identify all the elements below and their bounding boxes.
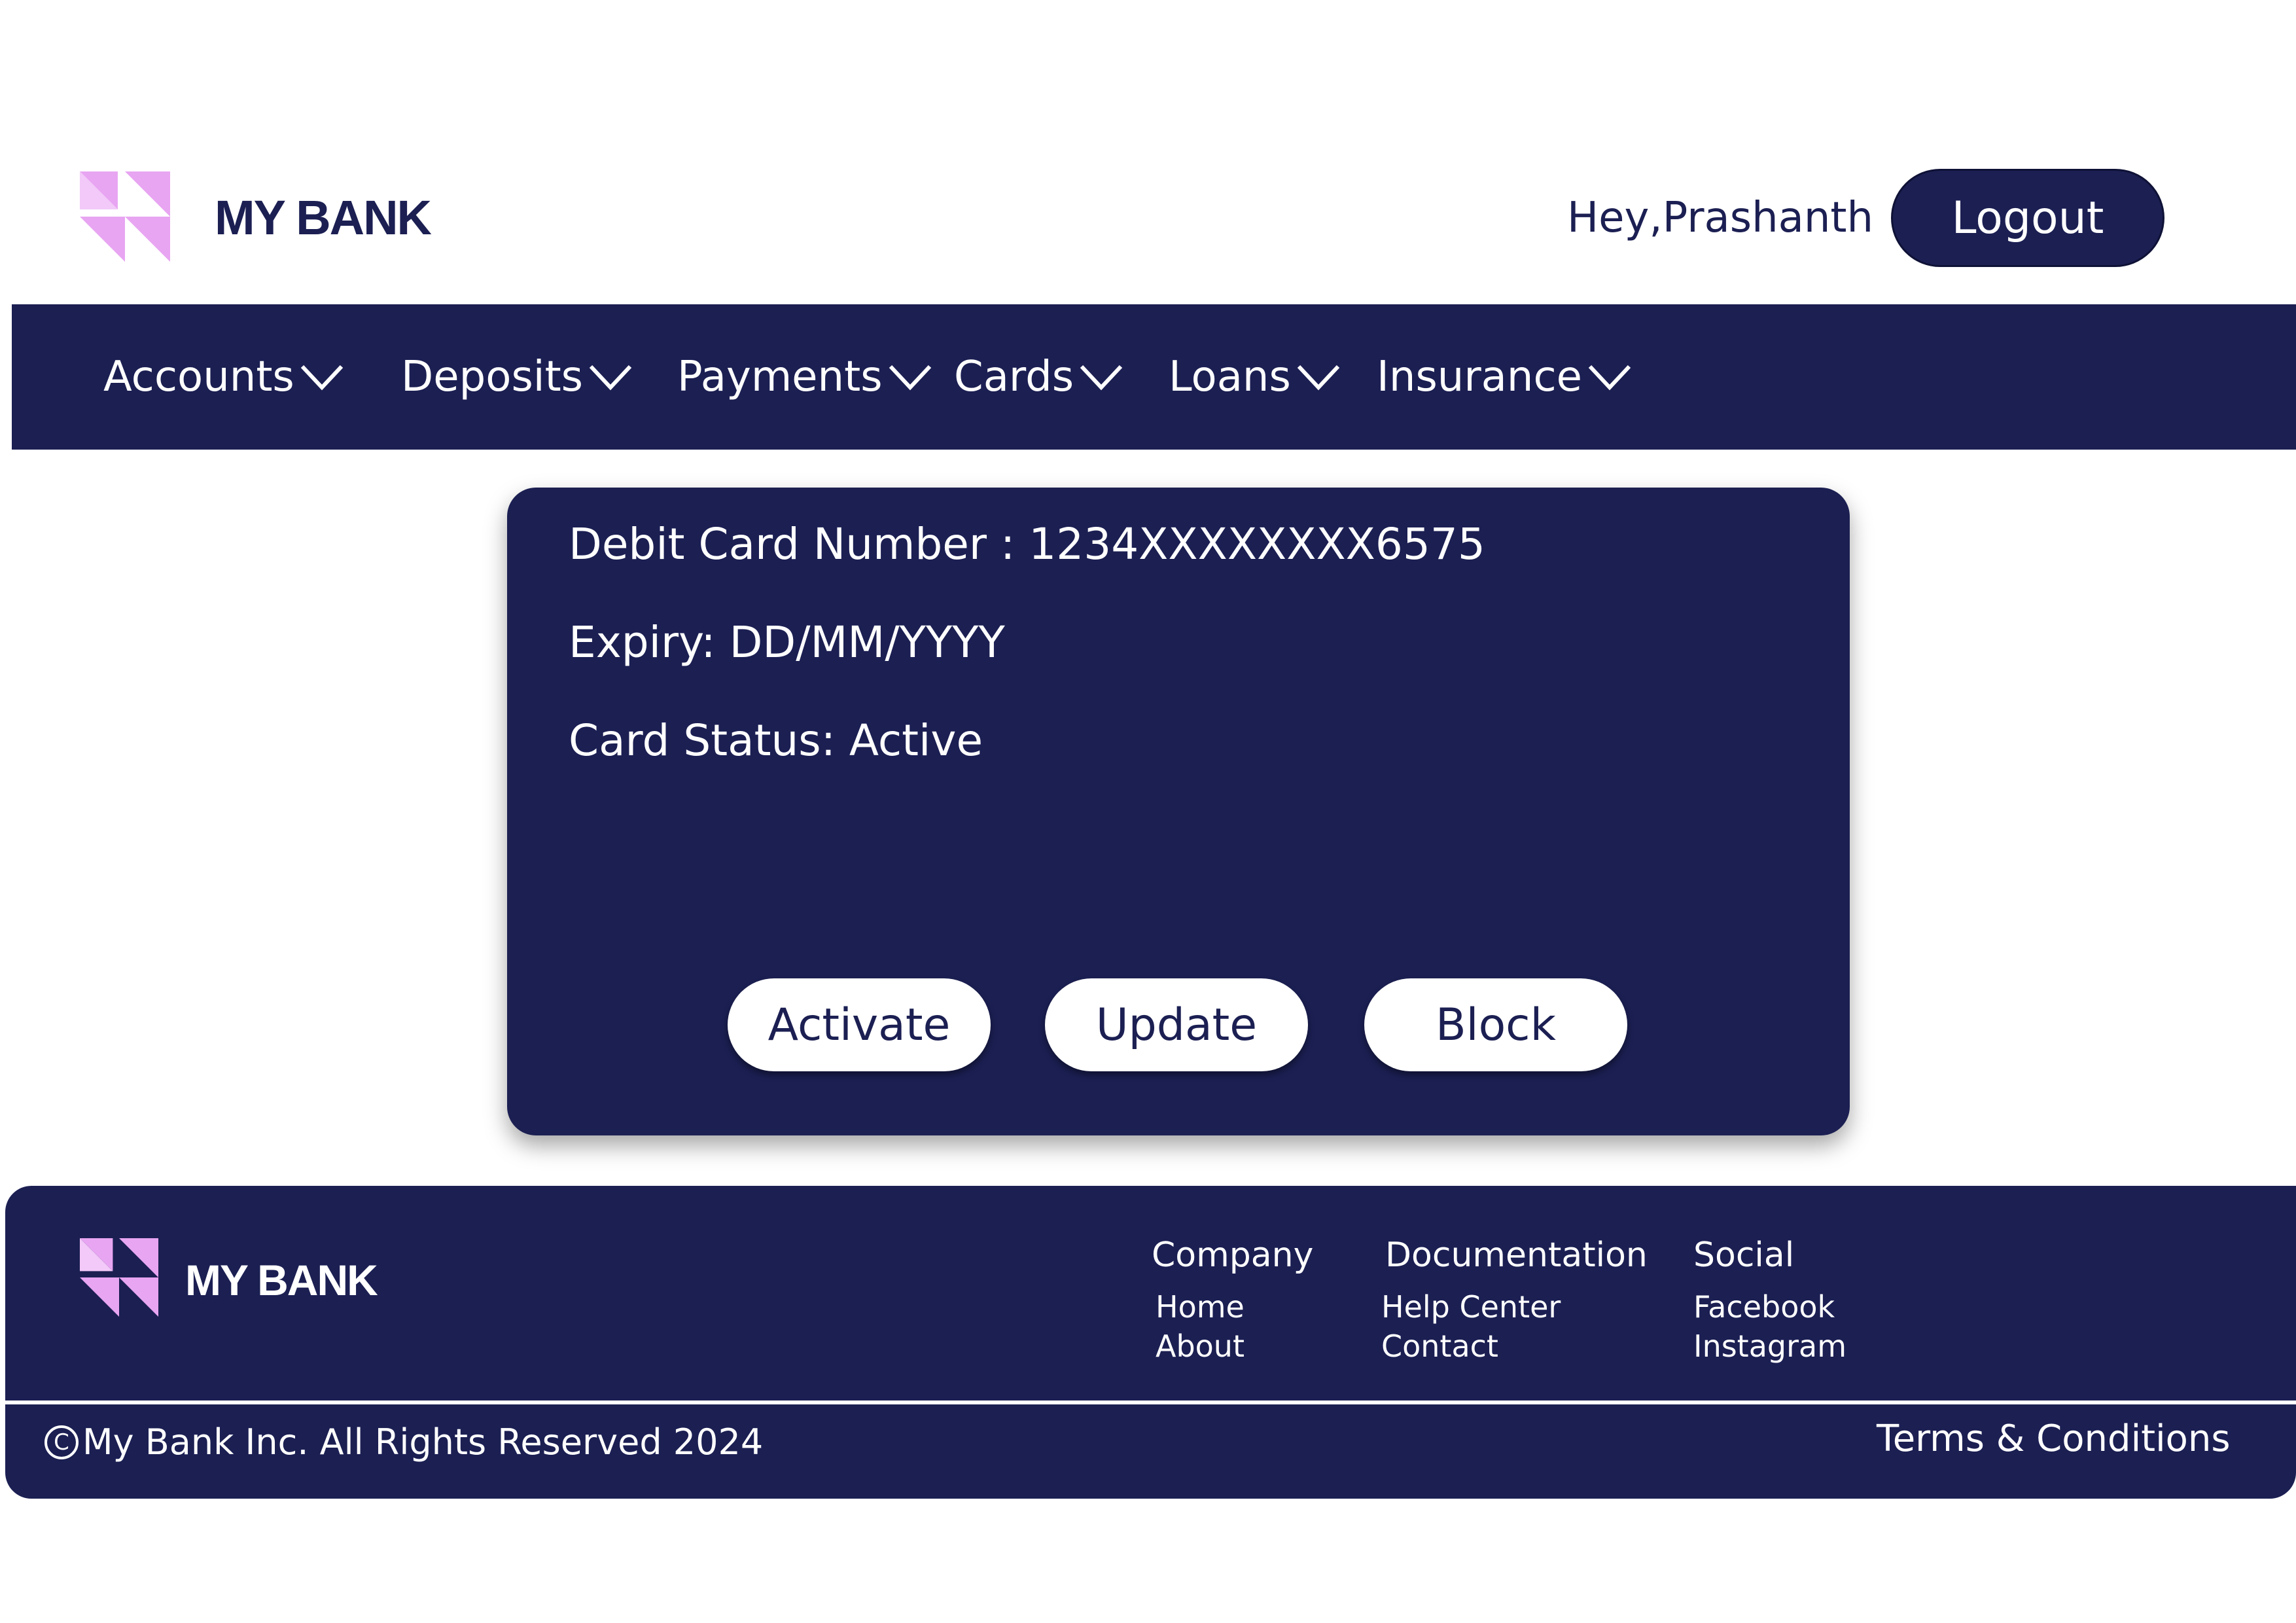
- card-number: Debit Card Number : 1234XXXXXXXX6575: [569, 519, 1485, 569]
- update-button[interactable]: Update: [1045, 978, 1308, 1071]
- terms-conditions-link[interactable]: Terms & Conditions: [1877, 1418, 2231, 1460]
- chevron-down-icon: [1080, 365, 1123, 391]
- user-greeting: Hey,Prashanth: [1567, 194, 1874, 242]
- nav-item-label: Accounts: [103, 353, 294, 401]
- nav-item-label: Payments: [677, 353, 883, 401]
- nav-item-cards[interactable]: Cards: [954, 304, 1123, 450]
- nav-item-payments[interactable]: Payments: [677, 304, 932, 450]
- bank-logo-icon[interactable]: [80, 1238, 158, 1317]
- copyright-notice: C My Bank Inc. All Rights Reserved 2024: [44, 1421, 763, 1463]
- footer-link-home[interactable]: Home: [1156, 1289, 1245, 1325]
- activate-button[interactable]: Activate: [728, 978, 991, 1071]
- nav-item-label: Loans: [1169, 353, 1291, 401]
- chevron-down-icon: [889, 365, 931, 391]
- main-navbar: Accounts Deposits Payments Cards Loans I…: [12, 304, 2296, 450]
- footer-link-facebook[interactable]: Facebook: [1693, 1289, 1835, 1325]
- copyright-icon: C: [44, 1425, 79, 1459]
- bank-card-page: MY BANK Hey,Prashanth Logout Accounts De…: [0, 0, 2296, 1623]
- chevron-down-icon: [300, 365, 343, 391]
- block-button[interactable]: Block: [1364, 978, 1627, 1071]
- debit-card-panel: Debit Card Number : 1234XXXXXXXX6575 Exp…: [507, 488, 1850, 1135]
- footer-link-contact[interactable]: Contact: [1381, 1329, 1498, 1364]
- nav-item-label: Cards: [954, 353, 1074, 401]
- copyright-text: My Bank Inc. All Rights Reserved 2024: [82, 1421, 764, 1463]
- footer-column-title-company: Company: [1152, 1236, 1314, 1275]
- nav-item-loans[interactable]: Loans: [1169, 304, 1341, 450]
- footer-divider: [5, 1400, 2296, 1404]
- header-brand-name[interactable]: MY BANK: [215, 190, 432, 245]
- card-status: Card Status: Active: [569, 715, 983, 766]
- logout-button[interactable]: Logout: [1891, 169, 2164, 267]
- footer-brand-name[interactable]: MY BANK: [185, 1255, 378, 1305]
- chevron-down-icon: [589, 365, 632, 391]
- chevron-down-icon: [1588, 365, 1631, 391]
- site-footer: MY BANK Company Home About Documentation…: [5, 1186, 2296, 1499]
- footer-column-title-documentation: Documentation: [1385, 1236, 1648, 1275]
- card-expiry: Expiry: DD/MM/YYYY: [569, 617, 1005, 668]
- nav-item-label: Deposits: [401, 353, 583, 401]
- nav-item-insurance[interactable]: Insurance: [1377, 304, 1632, 450]
- nav-item-deposits[interactable]: Deposits: [401, 304, 633, 450]
- footer-link-help-center[interactable]: Help Center: [1381, 1289, 1561, 1325]
- footer-column-title-social: Social: [1693, 1236, 1795, 1275]
- footer-link-instagram[interactable]: Instagram: [1693, 1329, 1846, 1364]
- bank-logo-icon[interactable]: [80, 171, 170, 262]
- footer-link-about[interactable]: About: [1156, 1329, 1245, 1364]
- chevron-down-icon: [1297, 365, 1340, 391]
- nav-item-accounts[interactable]: Accounts: [103, 304, 344, 450]
- nav-item-label: Insurance: [1377, 353, 1582, 401]
